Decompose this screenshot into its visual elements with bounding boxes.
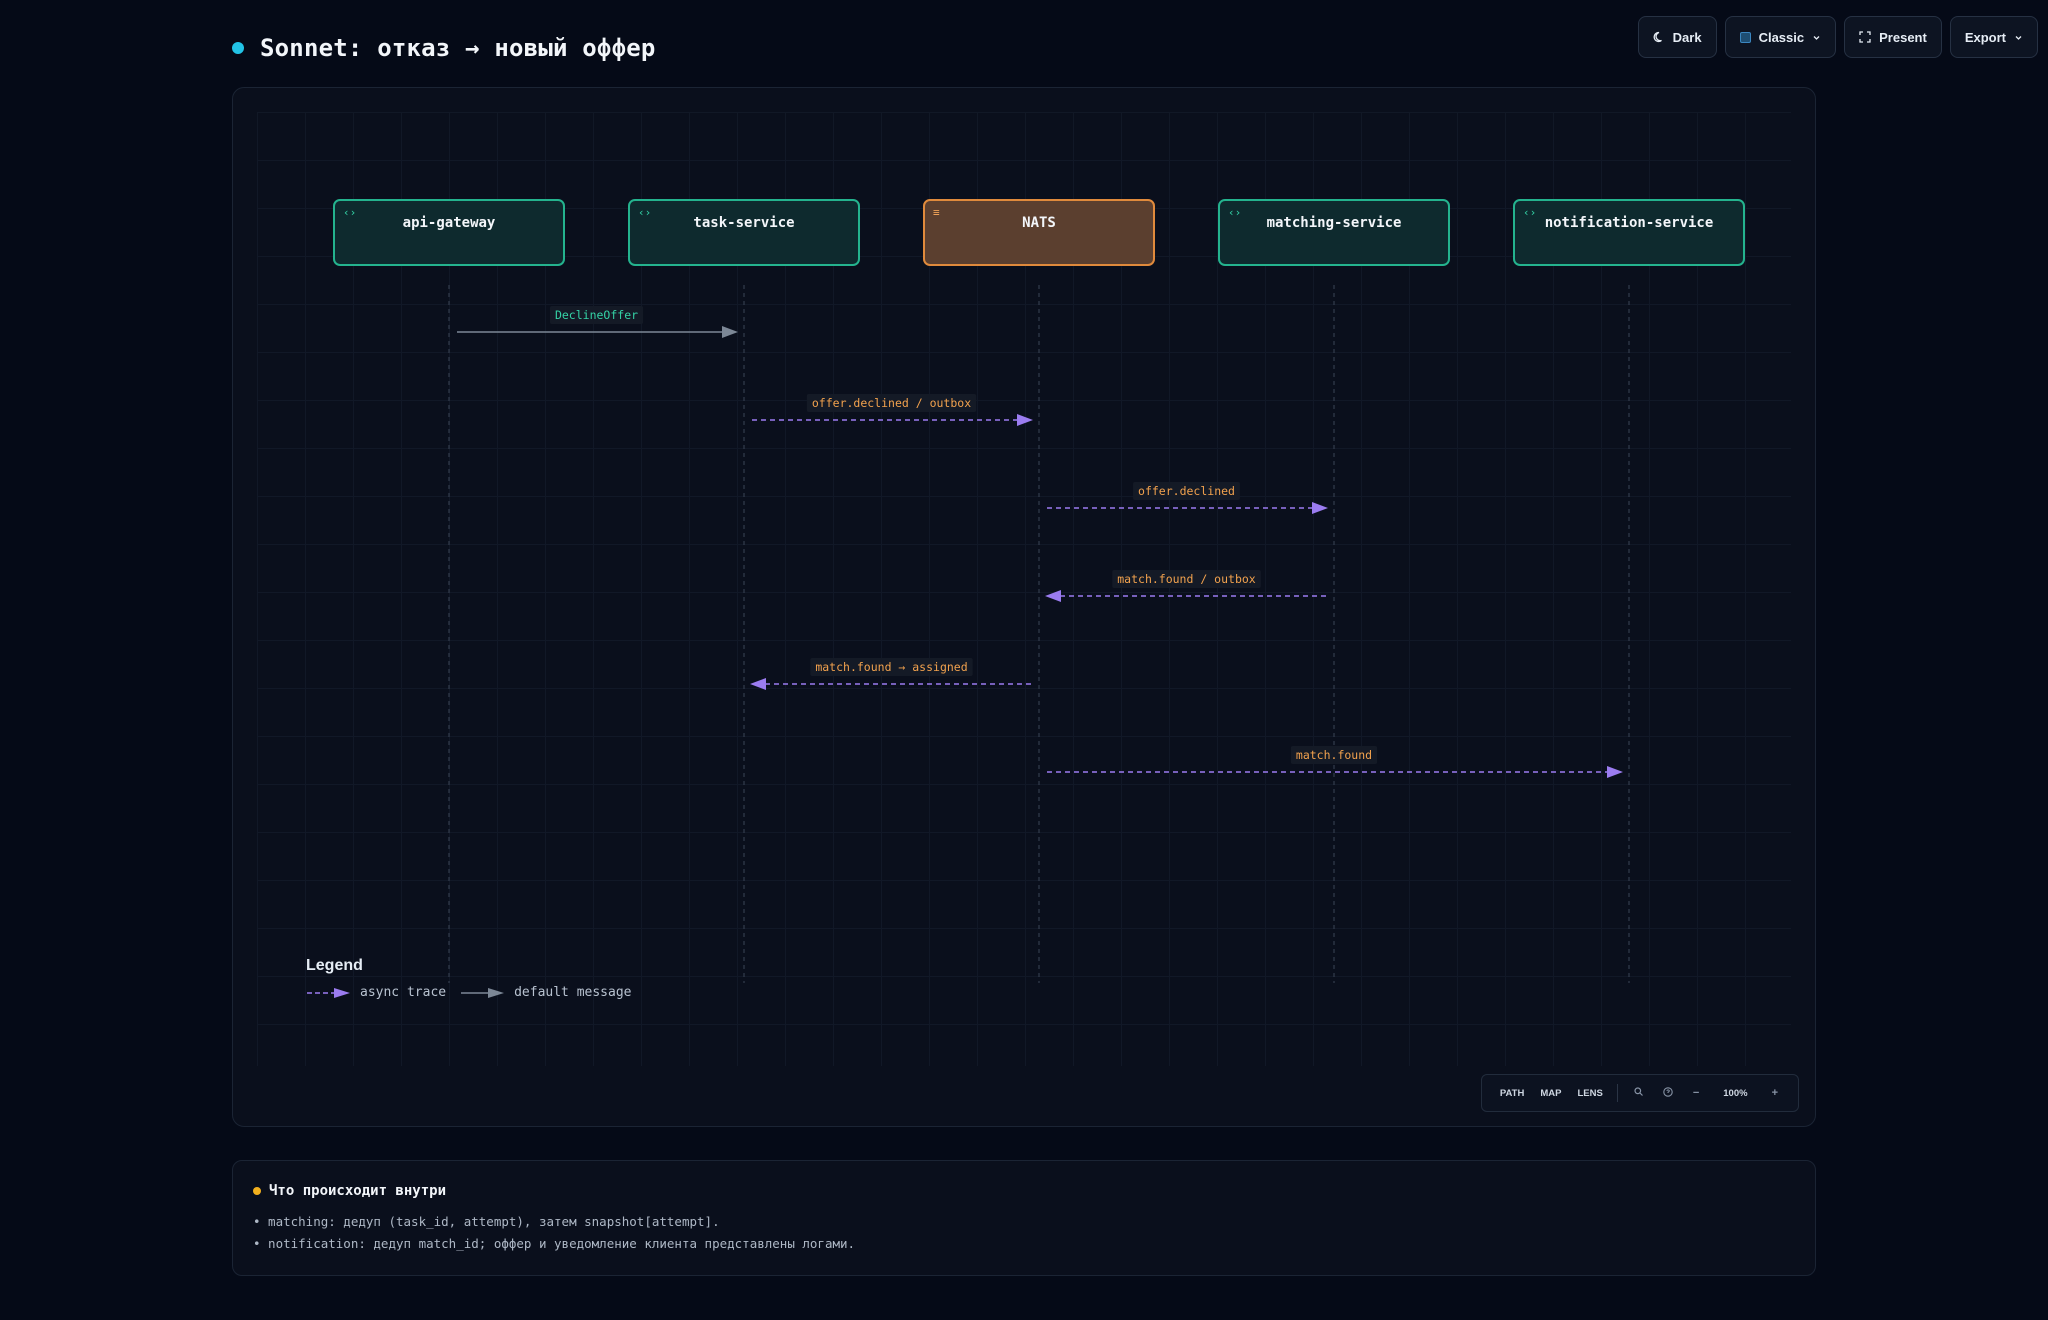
message-arrowhead xyxy=(1312,502,1328,514)
export-label: Export xyxy=(1964,29,2006,45)
message-arrowhead xyxy=(722,326,738,338)
theme-label: Classic xyxy=(1758,29,1805,45)
search-icon[interactable] xyxy=(1624,1087,1653,1099)
status-dot xyxy=(232,42,244,54)
present-label: Present xyxy=(1879,29,1927,45)
participant-label: notification-service xyxy=(1544,215,1714,231)
chevron-down-icon xyxy=(1813,35,1820,40)
message-label: match.found → assigned xyxy=(815,660,967,674)
legend-title: Legend xyxy=(306,957,363,974)
participant-label: NATS xyxy=(1022,215,1056,231)
info-panel: Что происходит внутри • matching: дедуп … xyxy=(232,1160,1816,1276)
legend: Legend async trace default message xyxy=(306,957,632,1000)
moon-icon xyxy=(1653,31,1662,43)
legend-async-label: async trace xyxy=(360,985,447,1000)
legend-default-label: default message xyxy=(514,985,632,1000)
zoom-out-button[interactable]: − xyxy=(1683,1087,1709,1099)
zoom-toolbar: PATH MAP LENS − 100% + xyxy=(1480,1074,1799,1112)
map-toggle[interactable]: MAP xyxy=(1532,1088,1569,1099)
participant-label: matching-service xyxy=(1266,215,1402,231)
message-label: match.found xyxy=(1296,748,1372,762)
divider xyxy=(1616,1084,1618,1102)
participant-notification-service[interactable]: ‹› notification-service xyxy=(1513,199,1745,266)
message-label: DeclineOffer xyxy=(555,308,638,322)
message-label: offer.declined xyxy=(1138,484,1235,498)
message-arrowhead xyxy=(1017,414,1033,426)
info-title: Что происходит внутри xyxy=(269,1183,447,1199)
present-button[interactable]: Present xyxy=(1844,16,1942,58)
async-arrow-icon xyxy=(307,987,350,998)
fullscreen-icon xyxy=(1859,31,1871,43)
participant-label: api-gateway xyxy=(402,215,496,231)
info-dot xyxy=(253,1187,261,1195)
toolbar: Dark Classic Present Export xyxy=(1637,16,2038,58)
message-label: offer.declined / outbox xyxy=(812,396,971,410)
participant-task-service[interactable]: ‹› task-service xyxy=(628,199,860,266)
lens-toggle[interactable]: LENS xyxy=(1569,1088,1610,1099)
theme-swatch-icon xyxy=(1739,31,1751,43)
info-line: • notification: дедуп match_id; оффер и … xyxy=(253,1236,856,1251)
message-label: match.found / outbox xyxy=(1117,572,1256,586)
message-arrowhead xyxy=(750,678,766,690)
info-line: • matching: дедуп (task_id, attempt), за… xyxy=(253,1214,720,1229)
page-title: Sonnet: отказ → новый оффер xyxy=(260,34,656,62)
participant-api-gateway[interactable]: ‹› api-gateway xyxy=(333,199,565,266)
dark-mode-label: Dark xyxy=(1672,29,1702,45)
zoom-level: 100% xyxy=(1723,1087,1748,1099)
dark-mode-button[interactable]: Dark xyxy=(1637,16,1717,58)
theme-select[interactable]: Classic xyxy=(1724,16,1837,58)
zoom-in-button[interactable]: + xyxy=(1762,1087,1788,1099)
participant-label: task-service xyxy=(693,215,795,231)
export-button[interactable]: Export xyxy=(1949,16,2038,58)
page-header: Sonnet: отказ → новый оффер xyxy=(232,28,656,68)
path-toggle[interactable]: PATH xyxy=(1492,1088,1532,1099)
message-arrowhead xyxy=(1607,766,1623,778)
participant-matching-service[interactable]: ‹› matching-service xyxy=(1218,199,1450,266)
help-icon[interactable] xyxy=(1653,1086,1683,1100)
diagram-canvas[interactable]: DeclineOffer offer.declined / outbox offer… xyxy=(232,87,1816,1127)
default-arrow-icon xyxy=(461,987,505,998)
chevron-down-icon xyxy=(2015,35,2022,40)
participant-nats[interactable]: ≡ NATS xyxy=(923,199,1155,266)
message-arrowhead xyxy=(1045,590,1061,602)
